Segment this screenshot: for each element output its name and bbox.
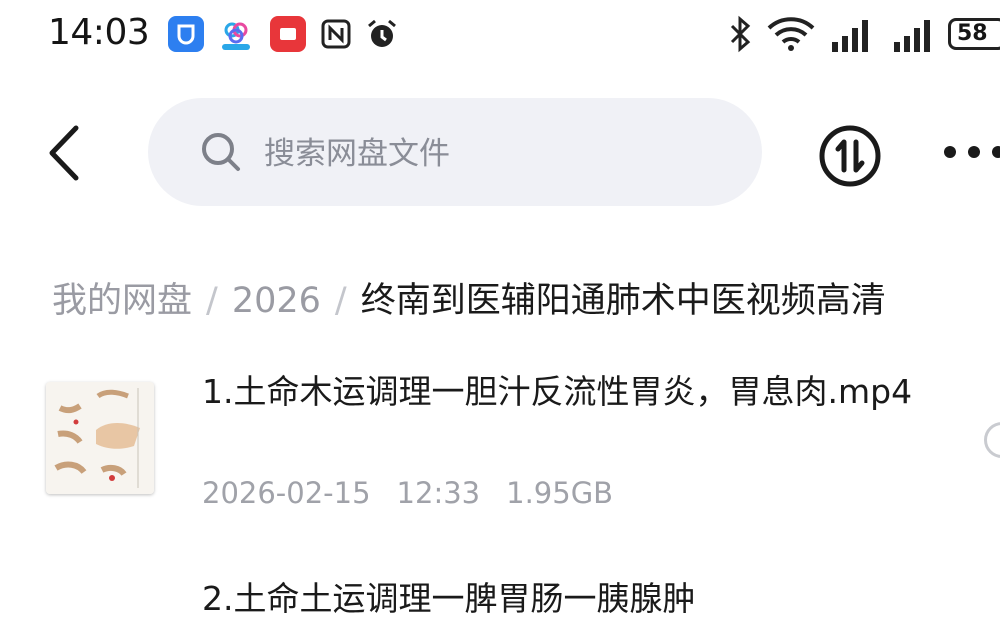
search-icon xyxy=(202,133,240,171)
bluetooth-icon xyxy=(730,15,751,53)
breadcrumb-current-folder: 终南到医辅阳通肺术中医视频高清 xyxy=(360,281,886,321)
signal-icon-1 xyxy=(832,20,868,52)
transfer-list-icon[interactable] xyxy=(818,124,882,188)
search-bar[interactable]: 搜索网盘文件 xyxy=(148,98,762,206)
file-size: 1.95GB xyxy=(506,476,614,510)
alarm-icon xyxy=(364,16,400,52)
signal-icon-2 xyxy=(894,20,930,52)
status-time: 14:03 xyxy=(48,12,150,53)
red-app-icon xyxy=(270,16,306,52)
breadcrumb: 我的网盘 / 2026 / 终南到医辅阳通肺术中医视频高清 xyxy=(52,272,886,323)
file-name[interactable]: 1.土命木运调理一胆汁反流性胃炎，胃息肉.mp4 xyxy=(202,366,962,418)
wifi-icon xyxy=(767,17,815,51)
breadcrumb-root[interactable]: 我的网盘 xyxy=(52,281,192,321)
back-arrow-icon[interactable] xyxy=(44,124,84,182)
breadcrumb-year-folder[interactable]: 2026 xyxy=(232,281,321,321)
file-time: 12:33 xyxy=(396,476,481,510)
seaflow-app-icon xyxy=(218,16,254,52)
status-bar: 14:03 58 xyxy=(0,0,1000,72)
nfc-icon xyxy=(318,16,354,52)
video-thumbnail[interactable] xyxy=(46,382,154,494)
breadcrumb-separator: / xyxy=(334,281,347,321)
more-options-icon[interactable] xyxy=(942,140,1000,164)
file-date: 2026-02-15 xyxy=(202,476,371,510)
battery-indicator: 58 xyxy=(948,18,1000,50)
file-name-next[interactable]: 2.土命土运调理一脾胃肠一胰腺肿 xyxy=(202,572,696,620)
search-placeholder: 搜索网盘文件 xyxy=(264,136,450,172)
file-meta: 2026-02-15 12:33 1.95GB xyxy=(202,476,639,510)
shield-app-icon xyxy=(168,16,204,52)
breadcrumb-separator: / xyxy=(206,281,218,321)
